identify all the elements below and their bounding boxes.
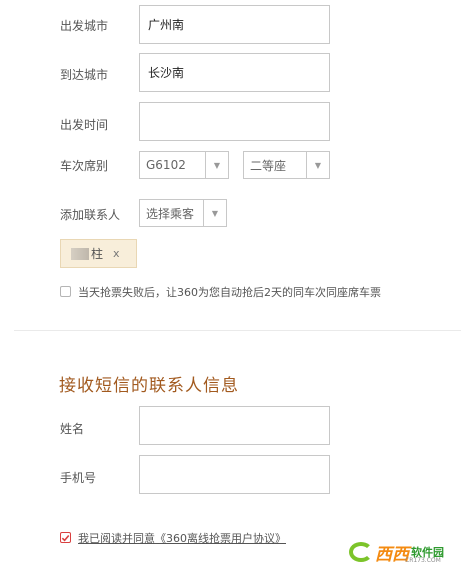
passenger-select-value: 选择乘客 <box>146 206 195 221</box>
train-number-select[interactable]: G6102 ▼ <box>139 151 229 179</box>
departure-label: 出发城市 <box>60 19 109 33</box>
departure-time-label: 出发时间 <box>60 118 109 132</box>
auto-grab-checkbox[interactable] <box>60 286 71 297</box>
auto-grab-text: 当天抢票失败后，让360为您自动抢后2天的同车次同座席车票 <box>78 286 381 299</box>
passenger-select[interactable]: 选择乘客 ▼ <box>139 199 227 227</box>
phone-input[interactable] <box>139 455 330 494</box>
add-contact-label: 添加联系人 <box>60 208 121 222</box>
name-label: 姓名 <box>60 422 85 436</box>
chevron-down-icon[interactable]: ▼ <box>205 152 228 178</box>
remove-passenger-button[interactable]: x <box>113 247 120 260</box>
departure-input[interactable]: 广州南 <box>139 5 330 44</box>
passenger-name: 柱 <box>91 247 104 261</box>
logo-brand: 西西 <box>375 544 409 565</box>
seat-class-value: 二等座 <box>250 158 287 173</box>
chevron-down-icon[interactable]: ▼ <box>306 152 329 178</box>
check-icon <box>61 534 70 542</box>
passenger-chip: 柱 x <box>60 239 137 268</box>
train-seat-label: 车次席别 <box>60 159 109 173</box>
blurred-name <box>71 247 89 260</box>
arrival-input[interactable]: 长沙南 <box>139 53 330 92</box>
section-divider <box>14 330 461 331</box>
agreement-link[interactable]: 我已阅读并同意《360离线抢票用户协议》 <box>78 530 286 546</box>
phone-label: 手机号 <box>60 471 97 485</box>
agreement-checkbox[interactable] <box>60 532 71 543</box>
departure-time-input[interactable] <box>139 102 330 141</box>
logo-c-icon <box>349 542 373 562</box>
cr173-logo-icon: 西西 软件园 CR173.COM <box>349 540 444 565</box>
arrival-label: 到达城市 <box>60 68 109 82</box>
logo-domain: CR173.COM <box>405 557 441 564</box>
chevron-down-icon[interactable]: ▼ <box>203 200 226 226</box>
sms-section-title: 接收短信的联系人信息 <box>59 376 239 396</box>
train-number-value: G6102 <box>146 158 186 172</box>
seat-class-select[interactable]: 二等座 ▼ <box>243 151 330 179</box>
name-input[interactable] <box>139 406 330 445</box>
